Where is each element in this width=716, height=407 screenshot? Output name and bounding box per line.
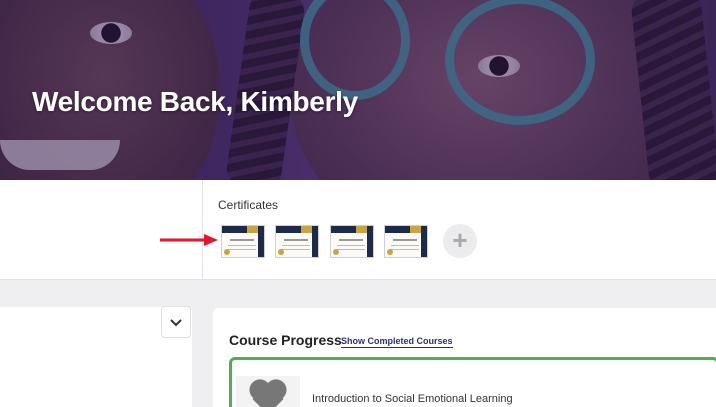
course-thumbnail[interactable]: [236, 376, 300, 407]
welcome-title: Welcome Back, Kimberly: [32, 86, 358, 117]
course-name[interactable]: Introduction to Social Emotional Learnin…: [312, 393, 513, 405]
course-progress-title: Course Progress: [229, 332, 342, 348]
collapse-dropdown-button[interactable]: [161, 306, 191, 338]
certificates-panel: Certificates +: [0, 180, 716, 280]
certificate-thumbnail[interactable]: [221, 225, 265, 258]
red-arrow-icon: [160, 234, 218, 246]
plus-icon: +: [452, 225, 468, 255]
hero-banner: Welcome Back, Kimberly: [0, 0, 716, 180]
add-certificate-button[interactable]: +: [443, 224, 477, 258]
certificate-thumbnail[interactable]: [384, 225, 428, 258]
certificate-thumbnail[interactable]: [275, 225, 319, 258]
panel-divider: [202, 180, 203, 280]
heart-icon: [248, 378, 288, 407]
certificates-title: Certificates: [218, 198, 279, 212]
certificate-thumbnail[interactable]: [330, 225, 374, 258]
chevron-down-icon: [170, 318, 182, 326]
show-completed-courses-link[interactable]: Show Completed Courses: [341, 336, 453, 348]
